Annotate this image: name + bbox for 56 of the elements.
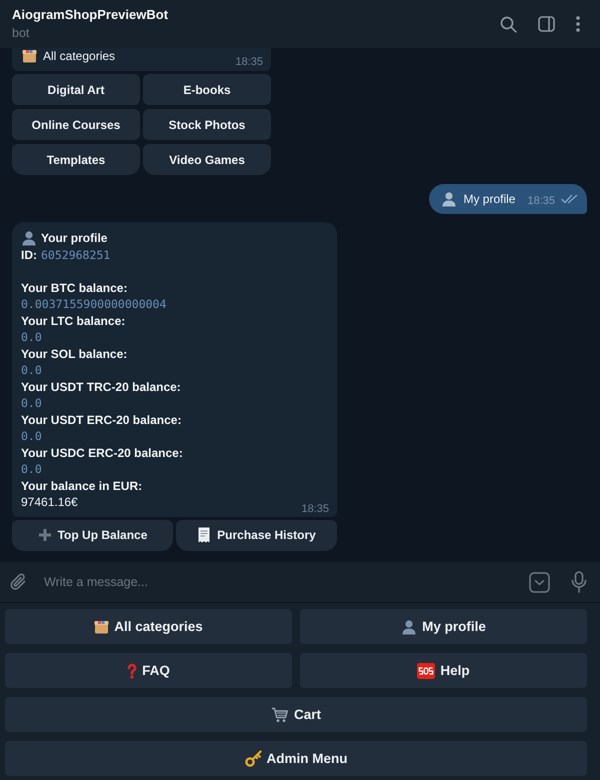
inline-button[interactable]: Purchase History bbox=[176, 520, 337, 550]
composer-bar[interactable]: Write a message... bbox=[0, 562, 600, 602]
message-text: All categories bbox=[43, 49, 116, 64]
balance-label: Your SOL balance: bbox=[21, 346, 128, 362]
chevron-square-icon[interactable] bbox=[529, 572, 550, 592]
balance-label: Your USDT ERC-20 balance: bbox=[21, 412, 182, 428]
message-time: 18:35 bbox=[527, 195, 555, 207]
box-icon bbox=[94, 620, 110, 634]
balance-value: 0.0 bbox=[21, 329, 42, 346]
balance-value: 97461.16€ bbox=[21, 494, 78, 510]
message-time: 18:35 bbox=[301, 502, 329, 514]
key-icon bbox=[244, 750, 262, 767]
chat-subtitle: bot bbox=[12, 26, 30, 41]
balance-label: Your LTC balance: bbox=[21, 312, 126, 329]
keyboard-button[interactable]: Admin Menu bbox=[5, 741, 587, 776]
profile-title: Your profile bbox=[41, 230, 108, 246]
person-icon bbox=[21, 230, 37, 246]
balance-value: 0.0 bbox=[21, 362, 42, 378]
receipt-icon bbox=[197, 527, 212, 543]
balance-value: 0.0 bbox=[21, 428, 42, 444]
person-icon bbox=[441, 191, 458, 207]
microphone-icon[interactable] bbox=[571, 571, 587, 593]
balance-label: Your BTC balance: bbox=[21, 280, 128, 296]
keyboard-button[interactable]: Cart bbox=[5, 697, 587, 732]
sos-icon bbox=[417, 662, 436, 678]
keyboard-button[interactable]: All categories bbox=[5, 609, 292, 644]
balance-label: Your USDT TRC-20 balance: bbox=[21, 378, 181, 395]
balance-value: 0.0 bbox=[21, 461, 42, 478]
inline-button[interactable]: E-books bbox=[143, 74, 271, 105]
inline-button[interactable]: Video Games bbox=[143, 144, 271, 175]
balance-label: Your USDC ERC-20 balance: bbox=[21, 444, 183, 461]
cart-icon bbox=[270, 706, 289, 722]
attach-icon[interactable] bbox=[9, 572, 27, 592]
inline-button[interactable]: Stock Photos bbox=[143, 109, 271, 140]
balance-label: Your balance in EUR: bbox=[21, 478, 142, 494]
keyboard-button[interactable]: FAQ bbox=[5, 653, 292, 688]
inline-button[interactable]: Top Up Balance bbox=[12, 520, 173, 550]
balance-value: 0.0 bbox=[21, 395, 42, 412]
chat-title: AiogramShopPreviewBot bbox=[12, 7, 168, 23]
message-time: 18:35 bbox=[235, 56, 263, 68]
id-label: ID: bbox=[21, 246, 37, 263]
menu-icon[interactable] bbox=[576, 16, 580, 32]
person-icon bbox=[401, 618, 418, 634]
keyboard-button[interactable]: Help bbox=[300, 653, 587, 688]
inline-button[interactable]: Templates bbox=[12, 144, 140, 175]
plus-icon bbox=[38, 528, 52, 542]
box-icon bbox=[22, 49, 37, 63]
balance-value: 0.0037155900000000004 bbox=[21, 296, 166, 312]
inline-button[interactable]: Digital Art bbox=[12, 74, 140, 105]
search-icon[interactable] bbox=[500, 16, 517, 32]
inline-button[interactable]: Online Courses bbox=[12, 109, 140, 140]
user-id: 6052968251 bbox=[41, 246, 110, 263]
keyboard-button[interactable]: My profile bbox=[300, 609, 587, 644]
question-mark-icon bbox=[127, 662, 138, 678]
sidebar-icon[interactable] bbox=[538, 16, 555, 32]
message-text: My profile bbox=[463, 192, 516, 206]
